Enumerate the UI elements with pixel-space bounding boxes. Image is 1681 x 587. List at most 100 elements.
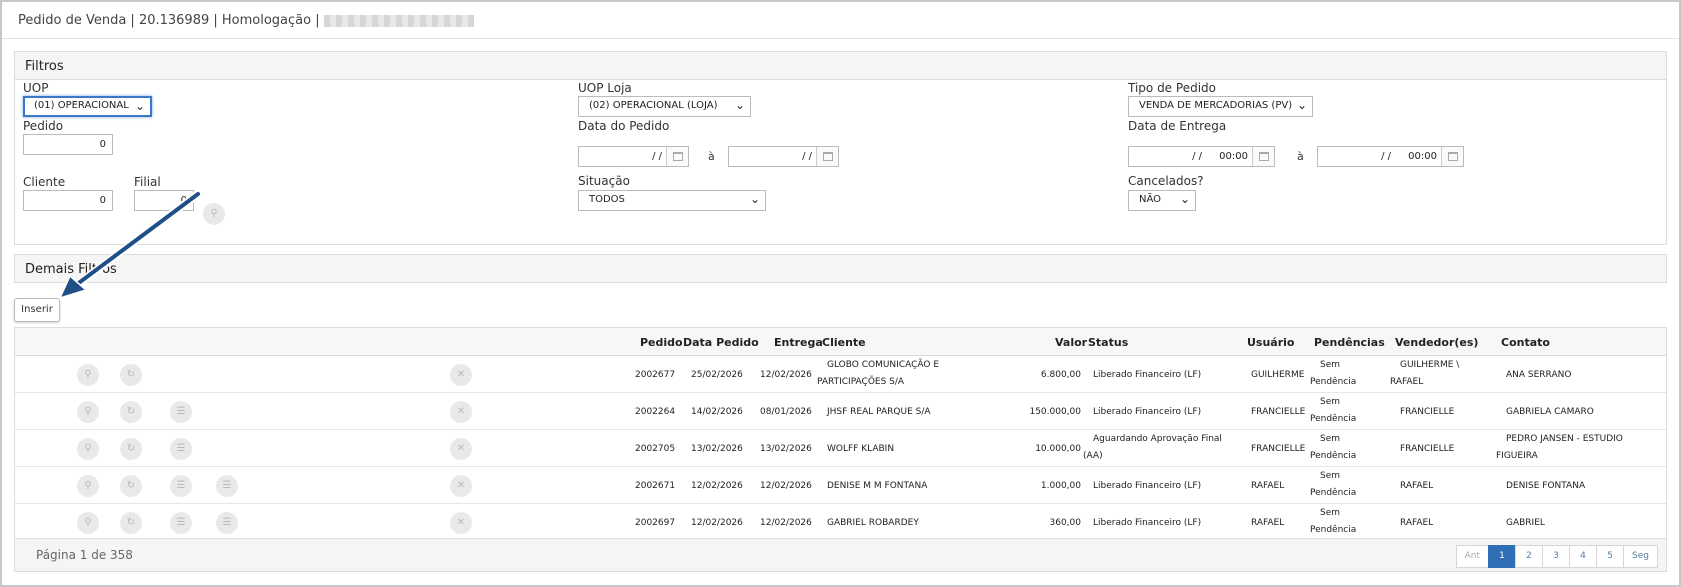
col-usuario[interactable]: Usuário	[1247, 336, 1295, 349]
col-valor[interactable]: Valor	[1055, 336, 1087, 349]
cell-vendedores: RAFAEL	[1400, 518, 1434, 528]
col-entrega[interactable]: Entrega	[774, 336, 823, 349]
cell-usuario: GUILHERME	[1251, 370, 1305, 380]
col-cliente[interactable]: Cliente	[822, 336, 866, 349]
cell-pendencias: Sem Pendência	[1310, 434, 1357, 461]
view-button[interactable]: ⚲	[77, 364, 99, 386]
cancel-order-button[interactable]: ✕	[450, 438, 472, 460]
chevron-down-icon: ⌄	[1296, 98, 1307, 112]
col-contato[interactable]: Contato	[1501, 336, 1550, 349]
data-entrega-from-time: 00:00	[1219, 151, 1248, 162]
pedido-input[interactable]: 0	[23, 134, 113, 155]
view-button[interactable]: ⚲	[77, 512, 99, 534]
details-button[interactable]: ☰	[216, 475, 238, 497]
calendar-icon	[673, 152, 683, 161]
calendar-button[interactable]	[1441, 147, 1463, 166]
view-button[interactable]: ⚲	[77, 401, 99, 423]
history-icon: ↻	[126, 443, 136, 454]
page-4-button[interactable]: 4	[1569, 545, 1598, 568]
filial-input[interactable]: 0	[134, 190, 194, 211]
cancelados-value: NÃO	[1139, 194, 1162, 205]
cell-status: Liberado Financeiro (LF)	[1093, 407, 1202, 417]
close-icon: ✕	[456, 369, 466, 380]
data-pedido-to[interactable]: / /	[728, 146, 839, 167]
cancel-order-button[interactable]: ✕	[450, 512, 472, 534]
page-3-button[interactable]: 3	[1542, 545, 1571, 568]
pedido-label: Pedido	[23, 119, 64, 133]
tipo-pedido-label: Tipo de Pedido	[1128, 81, 1216, 95]
tipo-pedido-value: VENDA DE MERCADORIAS (PV)	[1139, 100, 1293, 111]
calendar-button[interactable]	[666, 147, 688, 166]
calendar-button[interactable]	[1252, 147, 1274, 166]
cell-data-pedido: 25/02/2026	[691, 370, 743, 380]
table-header: Pedido Data Pedido Entrega Cliente Valor…	[15, 328, 1666, 356]
list-icon: ☰	[176, 443, 186, 454]
items-button[interactable]: ☰	[170, 438, 192, 460]
table-row[interactable]: ⚲ ↻ ☰ ☰ ✕ 2002697 12/02/2026 12/02/2026 …	[15, 504, 1666, 541]
uop-select[interactable]: (01) OPERACIONAL ⌄	[23, 96, 152, 117]
cancelados-select[interactable]: NÃO ⌄	[1128, 190, 1196, 211]
col-vendedores[interactable]: Vendedor(es)	[1395, 336, 1478, 349]
situacao-select[interactable]: TODOS ⌄	[578, 190, 766, 211]
table-row[interactable]: ⚲ ↻ ☰ ✕ 2002264 14/02/2026 08/01/2026 JH…	[15, 393, 1666, 430]
search-client-button[interactable]: ⚲	[203, 203, 225, 225]
close-icon: ✕	[456, 517, 466, 528]
cell-data-pedido: 14/02/2026	[691, 407, 743, 417]
details-button[interactable]: ☰	[216, 512, 238, 534]
data-pedido-from-value: / /	[652, 151, 662, 162]
chevron-down-icon: ⌄	[1179, 192, 1190, 206]
list-icon: ☰	[222, 480, 232, 491]
page-1-button[interactable]: 1	[1488, 545, 1517, 568]
col-pendencias[interactable]: Pendências	[1314, 336, 1385, 349]
chevron-down-icon: ⌄	[734, 98, 745, 112]
cell-cliente: GLOBO COMUNICAÇÃO E PARTICIPAÇÕES S/A	[817, 360, 940, 387]
data-pedido-from[interactable]: / /	[578, 146, 689, 167]
page-prev-button[interactable]: Ant	[1455, 545, 1490, 568]
history-button[interactable]: ↻	[120, 438, 142, 460]
data-entrega-from[interactable]: / / 00:00	[1128, 146, 1275, 167]
view-button[interactable]: ⚲	[77, 438, 99, 460]
cancel-order-button[interactable]: ✕	[450, 401, 472, 423]
cell-entrega: 08/01/2026	[760, 407, 812, 417]
calendar-button[interactable]	[816, 147, 838, 166]
cancel-order-button[interactable]: ✕	[450, 364, 472, 386]
cell-entrega: 12/02/2026	[760, 370, 812, 380]
cell-pedido: 2002697	[635, 518, 676, 528]
cell-cliente: GABRIEL ROBARDEY	[827, 518, 919, 528]
cancel-order-button[interactable]: ✕	[450, 475, 472, 497]
data-entrega-to[interactable]: / / 00:00	[1317, 146, 1464, 167]
items-button[interactable]: ☰	[170, 475, 192, 497]
view-button[interactable]: ⚲	[77, 475, 99, 497]
cliente-input[interactable]: 0	[23, 190, 113, 211]
cell-entrega: 13/02/2026	[760, 444, 812, 454]
more-filters-panel[interactable]: Demais Filtros	[14, 254, 1667, 283]
page-next-button[interactable]: Seg	[1623, 545, 1658, 568]
date-separator: à	[1297, 150, 1304, 163]
table-row[interactable]: ⚲ ↻ ☰ ☰ ✕ 2002671 12/02/2026 12/02/2026 …	[15, 467, 1666, 504]
list-icon: ☰	[176, 480, 186, 491]
history-button[interactable]: ↻	[120, 475, 142, 497]
page-2-button[interactable]: 2	[1515, 545, 1544, 568]
col-data-pedido[interactable]: Data Pedido	[683, 336, 759, 349]
col-status[interactable]: Status	[1088, 336, 1128, 349]
insert-button[interactable]: Inserir	[14, 298, 60, 322]
tipo-pedido-select[interactable]: VENDA DE MERCADORIAS (PV) ⌄	[1128, 96, 1313, 117]
table-row[interactable]: ⚲ ↻ ✕ 2002677 25/02/2026 12/02/2026 GLOB…	[15, 356, 1666, 393]
history-button[interactable]: ↻	[120, 364, 142, 386]
calendar-icon	[1448, 152, 1458, 161]
cell-data-pedido: 12/02/2026	[691, 518, 743, 528]
history-icon: ↻	[126, 480, 136, 491]
data-entrega-from-value: / /	[1192, 151, 1202, 162]
uop-loja-select[interactable]: (02) OPERACIONAL (LOJA) ⌄	[578, 96, 751, 117]
history-button[interactable]: ↻	[120, 401, 142, 423]
history-button[interactable]: ↻	[120, 512, 142, 534]
items-button[interactable]: ☰	[170, 401, 192, 423]
page-5-button[interactable]: 5	[1596, 545, 1625, 568]
table-row[interactable]: ⚲ ↻ ☰ ✕ 2002705 13/02/2026 13/02/2026 WO…	[15, 430, 1666, 467]
list-icon: ☰	[176, 406, 186, 417]
col-pedido[interactable]: Pedido	[640, 336, 683, 349]
filters-panel: Filtros UOP (01) OPERACIONAL ⌄ Pedido 0 …	[14, 51, 1667, 245]
items-button[interactable]: ☰	[170, 512, 192, 534]
cell-valor: 1.000,00	[1040, 481, 1081, 491]
data-pedido-label: Data do Pedido	[578, 119, 670, 133]
